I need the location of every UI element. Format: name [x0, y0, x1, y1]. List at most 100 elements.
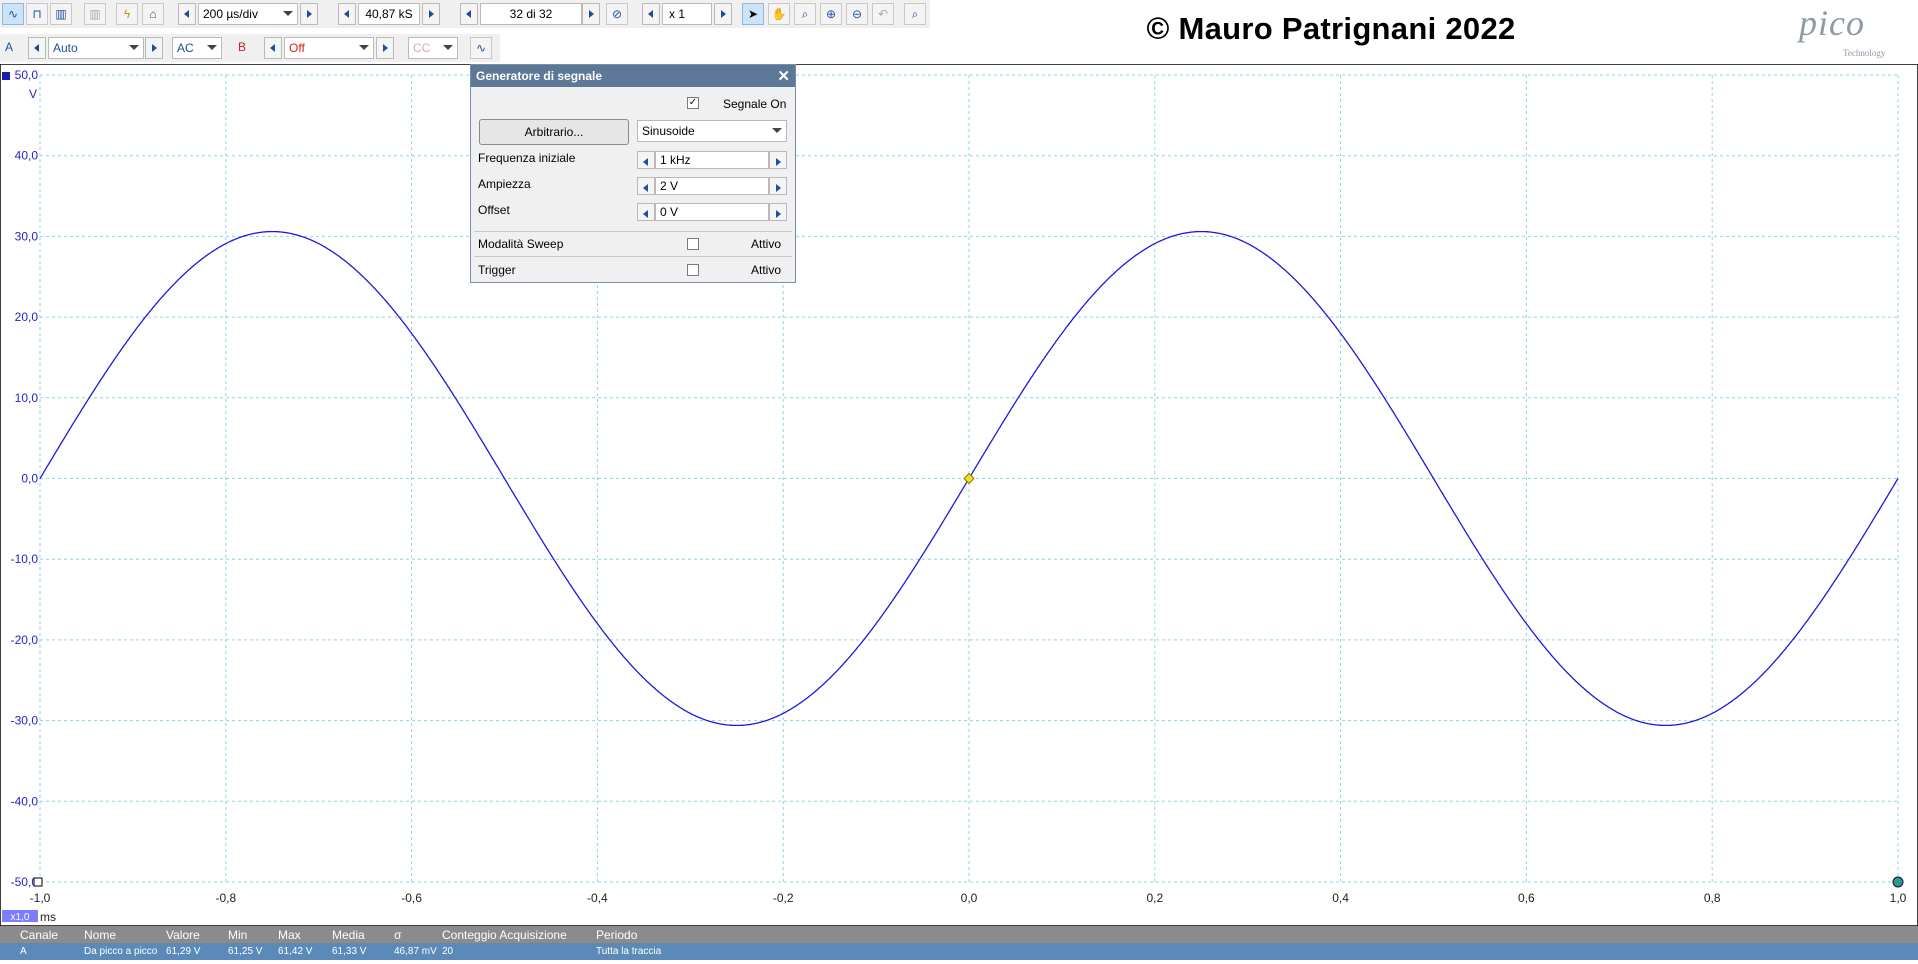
- samples-prev-icon[interactable]: [338, 3, 356, 25]
- y-tick-label: -10,0: [11, 552, 39, 566]
- measurements-table: Canale Nome Valore Min Max Media σ Conteggio Ac…: [0, 926, 1918, 960]
- start-frequency-label: Frequenza iniziale: [478, 151, 576, 165]
- oscilloscope-plot[interactable]: -1,0 -0,8 -0,6 -0,4 -0,2 0,0 0,2 0,4 0,6 0,8 1,0 50…: [0, 63, 1918, 927]
- zoom-out-icon[interactable]: ⊖: [846, 3, 868, 25]
- x-tick-label: -0,2: [773, 891, 794, 905]
- close-icon[interactable]: ✕: [777, 67, 790, 85]
- channel-b-range-next-icon[interactable]: [376, 37, 394, 59]
- measurements-header-cell: Canale: [20, 928, 59, 942]
- measurements-header-cell: Media: [332, 928, 365, 942]
- x-tick-label: -1,0: [30, 891, 51, 905]
- channel-a-coupling-select[interactable]: AC: [172, 37, 222, 59]
- signal-generator-icon[interactable]: ∿: [470, 37, 492, 59]
- offset-value: 0 V: [660, 205, 679, 219]
- x-tick-label: 0,2: [1146, 891, 1163, 905]
- channel-a-range-next-icon[interactable]: [145, 37, 163, 59]
- channel-b-range-select[interactable]: Off: [284, 37, 374, 59]
- x-tick-label: -0,4: [587, 891, 608, 905]
- trigger-checkbox[interactable]: [687, 264, 699, 276]
- toolbar-channels: A Auto AC B Off CC ∿: [0, 34, 500, 62]
- measurements-header-cell: σ: [394, 928, 402, 942]
- buffer-value: 32 di 32: [509, 7, 553, 21]
- signal-on-checkbox[interactable]: ✓: [687, 97, 699, 109]
- pointer-tool-icon[interactable]: ➤: [742, 3, 764, 25]
- y-tick-label: -30,0: [11, 714, 39, 728]
- measurements-cell: 46,87 mV: [394, 946, 437, 957]
- scope-mode-icon[interactable]: ∿: [2, 3, 24, 25]
- y-tick-label: 20,0: [15, 310, 39, 324]
- measurements-header-cell: Min: [228, 928, 248, 942]
- offset-next-icon[interactable]: [769, 203, 787, 221]
- zoom-field[interactable]: x 1: [662, 3, 712, 25]
- x-zoom-badge-label: x1,0: [11, 912, 30, 923]
- pico-logo-word: pico: [1799, 3, 1865, 43]
- y-tick-label: -40,0: [11, 794, 39, 808]
- spectrum-mode-icon[interactable]: ▥: [50, 3, 72, 25]
- auto-setup-icon[interactable]: ϟ: [116, 3, 138, 25]
- samples-next-icon[interactable]: [422, 3, 440, 25]
- channel-b-range-prev-icon[interactable]: [264, 37, 282, 59]
- signal-generator-dialog: Generatore di segnale ✕ ✓ Segnale On Arb…: [470, 64, 796, 283]
- zoom-next-icon[interactable]: [714, 3, 732, 25]
- scope-view[interactable]: -1,0 -0,8 -0,6 -0,4 -0,2 0,0 0,2 0,4 0,6 0,8 1,0 50…: [0, 63, 1918, 927]
- channel-b-coupling-select[interactable]: CC: [408, 37, 458, 59]
- divider: [474, 231, 792, 232]
- x-axis-left-handle-icon[interactable]: [33, 877, 43, 887]
- y-tick-label: -20,0: [11, 633, 39, 647]
- x-axis-right-handle-icon[interactable]: [1892, 876, 1904, 888]
- timebase-next-icon[interactable]: [300, 3, 318, 25]
- home-icon[interactable]: ⌂: [142, 3, 164, 25]
- channel-b-label[interactable]: B: [238, 40, 246, 54]
- persistence-mode-icon[interactable]: ⊓: [26, 3, 48, 25]
- pico-logo: pico Technology: [1795, 2, 1915, 58]
- x-tick-label: -0,6: [401, 891, 422, 905]
- waveform-value: Sinusoide: [642, 124, 695, 138]
- zoom-area-icon[interactable]: ⌕: [794, 3, 816, 25]
- amplitude-field[interactable]: 2 V: [655, 177, 769, 195]
- zoom-in-icon[interactable]: ⊕: [820, 3, 842, 25]
- pico-logo-sub: Technology: [1843, 48, 1886, 58]
- amplitude-next-icon[interactable]: [769, 177, 787, 195]
- offset-field[interactable]: 0 V: [655, 203, 769, 221]
- start-frequency-prev-icon[interactable]: [637, 151, 655, 169]
- arbitrary-button[interactable]: Arbitrario...: [479, 119, 629, 145]
- measurements-header-cell: Max: [278, 928, 301, 942]
- channel-a-range-select[interactable]: Auto: [48, 37, 144, 59]
- table-row[interactable]: A Da picco a picco 61,29 V 61,25 V 61,42 V 61…: [0, 943, 1918, 960]
- measurements-cell: 61,29 V: [166, 946, 201, 957]
- signal-on-label: Segnale On: [723, 97, 787, 111]
- toolbar-main: ∿ ⊓ ▥ ▥ ϟ ⌂ 200 µs/div 40,87 kS 32 di 32…: [0, 0, 930, 28]
- persistence-spectrum-icon[interactable]: ▥: [84, 3, 106, 25]
- measurements-cell: Da picco a picco: [84, 946, 158, 957]
- offset-prev-icon[interactable]: [637, 203, 655, 221]
- start-frequency-next-icon[interactable]: [769, 151, 787, 169]
- divider: [474, 256, 792, 257]
- timebase-select[interactable]: 200 µs/div: [198, 3, 298, 25]
- trigger-active-label: Attivo: [751, 263, 782, 277]
- measurements-cell: 61,33 V: [332, 946, 367, 957]
- measurements-cell: A: [20, 946, 27, 957]
- channel-a-label[interactable]: A: [5, 40, 13, 54]
- x-axis-unit: ms: [40, 910, 56, 924]
- amplitude-prev-icon[interactable]: [637, 177, 655, 195]
- undo-zoom-icon[interactable]: ↶: [872, 3, 894, 25]
- zoom-overview-icon[interactable]: ⌕: [904, 3, 926, 25]
- buffer-field[interactable]: 32 di 32: [480, 3, 582, 25]
- channel-a-range-prev-icon[interactable]: [28, 37, 46, 59]
- buffer-prev-icon[interactable]: [460, 3, 478, 25]
- y-axis-unit: V: [29, 87, 37, 101]
- sweep-mode-checkbox[interactable]: [687, 238, 699, 250]
- zoom-prev-icon[interactable]: [642, 3, 660, 25]
- samples-field[interactable]: 40,87 kS: [358, 3, 420, 25]
- channel-a-range-value: Auto: [53, 41, 78, 55]
- channel-b-coupling-value: CC: [413, 41, 431, 55]
- measurements-cell: 61,25 V: [228, 946, 263, 957]
- offset-label: Offset: [478, 203, 510, 217]
- buffer-next-icon[interactable]: [582, 3, 600, 25]
- start-frequency-field[interactable]: 1 kHz: [655, 151, 769, 169]
- waveform-select[interactable]: Sinusoide: [637, 120, 787, 142]
- timebase-prev-icon[interactable]: [178, 3, 196, 25]
- buffer-navigator-icon[interactable]: ⊘: [606, 3, 628, 25]
- hand-tool-icon[interactable]: ✋: [768, 3, 790, 25]
- measurements-header-cell: Conteggio Acquisizione: [442, 928, 567, 942]
